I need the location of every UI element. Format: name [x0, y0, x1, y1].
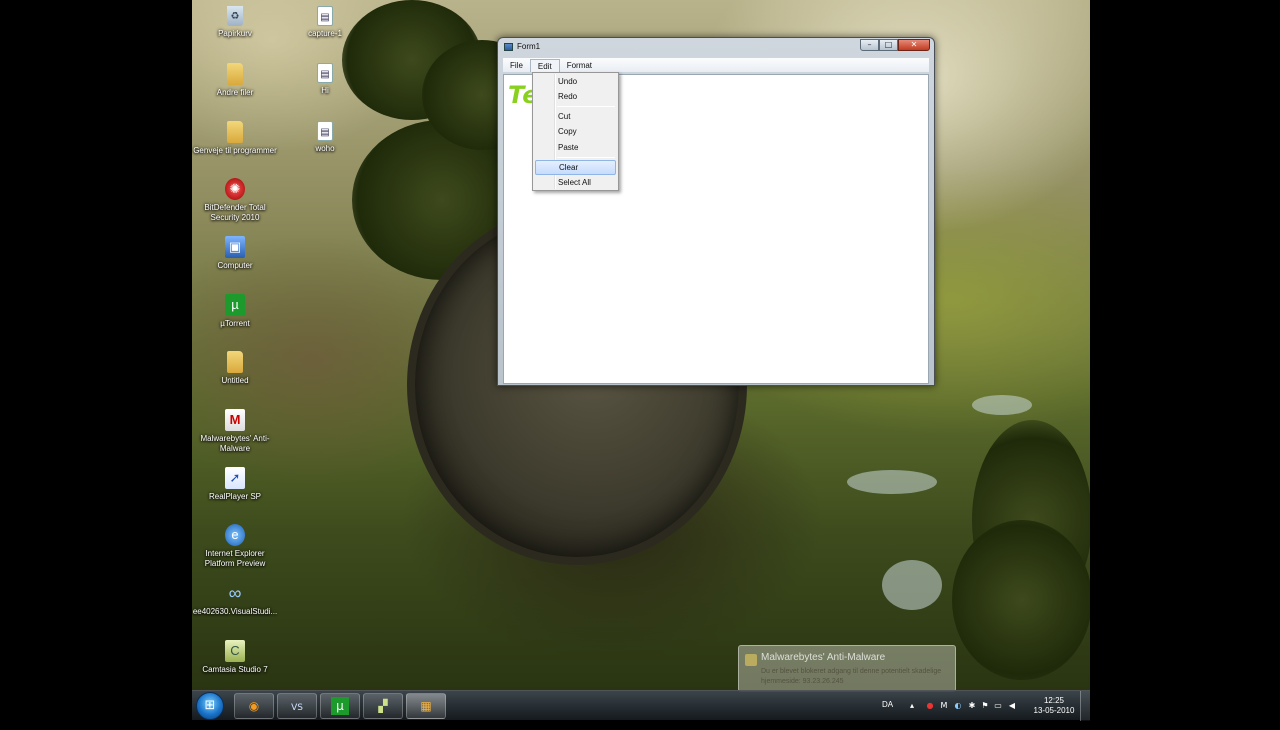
taskbar-utorrent[interactable]: µ: [320, 693, 360, 719]
desktop-icon-label: ee402630.VisualStudi...: [192, 607, 278, 616]
form-icon: [504, 43, 513, 51]
taskbar-visual-studio[interactable]: VS: [277, 693, 317, 719]
notification-title: Malwarebytes' Anti-Malware: [761, 652, 886, 663]
desktop-icon-label: Internet Explorer Platform Preview: [204, 549, 266, 568]
visual-studio-icon: VS: [291, 703, 303, 713]
taskbar-camtasia[interactable]: ▞: [363, 693, 403, 719]
desktop-icon-label: Computer: [217, 261, 253, 270]
desktop-icon-utorrent[interactable]: µ µTorrent: [192, 294, 278, 329]
visual-studio-icon: ∞: [228, 583, 242, 603]
menu-item-undo[interactable]: Undo: [535, 74, 616, 89]
desktop-icon-hi[interactable]: ▤ Hi: [282, 63, 368, 96]
desktop-icon-capture-1[interactable]: ▤ capture-1: [282, 6, 368, 39]
window-title: Form1: [517, 42, 541, 51]
utorrent-icon: µ: [225, 294, 245, 316]
malwarebytes-icon: M: [225, 409, 245, 431]
network-icon[interactable]: ▭: [993, 701, 1003, 711]
camtasia-icon: C: [225, 640, 245, 662]
menu-item-clear[interactable]: Clear: [535, 160, 616, 175]
desktop-icon-label: Hi: [321, 86, 329, 95]
malwarebytes-notification[interactable]: Malwarebytes' Anti-Malware Du er blevet …: [738, 645, 956, 692]
menu-item-cut[interactable]: Cut: [535, 109, 616, 124]
maximize-button[interactable]: □: [879, 39, 898, 51]
desktop-icon-label: Untitled: [221, 376, 249, 385]
edit-dropdown-menu: Undo Redo Cut Copy Paste Clear Select Al…: [532, 72, 619, 191]
desktop-icon-camtasia[interactable]: C Camtasia Studio 7: [192, 640, 278, 675]
desktop-icon-label: Genveje til programmer: [193, 146, 277, 155]
recycle-bin-icon: ♻: [227, 6, 243, 26]
desktop-icon-label: Papirkurv: [218, 29, 252, 38]
menu-separator: [557, 157, 615, 158]
clock[interactable]: 12:25 13-05-2010: [1028, 696, 1080, 726]
notification-body: Du er blevet blokeret adgang til denne p…: [761, 668, 942, 685]
menu-file[interactable]: File: [503, 59, 530, 72]
menu-item-copy[interactable]: Copy: [535, 124, 616, 139]
file-icon: ▤: [317, 63, 333, 83]
desktop-icon-woho[interactable]: ▤ woho: [282, 121, 368, 154]
internet-explorer-icon: e: [225, 524, 245, 546]
taskbar-form1[interactable]: ▦: [406, 693, 446, 719]
computer-icon: ▣: [225, 236, 245, 258]
malwarebytes-icon: [745, 654, 757, 666]
form1-app-icon: ▦: [420, 699, 432, 713]
bluetooth-icon[interactable]: ✱: [967, 701, 977, 711]
camtasia-icon: ▞: [378, 699, 388, 713]
desktop-icon-label: Andre filer: [216, 88, 254, 97]
file-icon: ▤: [317, 121, 333, 141]
ie-tray-icon[interactable]: ◐: [953, 701, 963, 711]
show-desktop-button[interactable]: [1080, 691, 1090, 721]
desktop-icon-label: capture-1: [308, 29, 342, 38]
desktop-icon-label: Malwarebytes' Anti-Malware: [200, 434, 270, 453]
bitdefender-icon: ✺: [225, 178, 245, 200]
menu-separator: [557, 106, 615, 107]
folder-icon: [227, 351, 243, 373]
wallpaper-river: [882, 560, 942, 610]
desktop-icon-bitdefender[interactable]: ✺ BitDefender Total Security 2010: [192, 178, 278, 223]
caption-buttons: – □ ✕: [860, 39, 930, 51]
wallpaper-tree: [952, 520, 1090, 680]
language-indicator[interactable]: DA: [882, 700, 893, 730]
desktop-icon-realplayer[interactable]: ➚ RealPlayer SP: [192, 467, 278, 502]
desktop-icon-computer[interactable]: ▣ Computer: [192, 236, 278, 271]
minimize-button[interactable]: –: [860, 39, 879, 51]
clock-time: 12:25: [1043, 696, 1065, 705]
volume-icon[interactable]: ◀: [1007, 701, 1017, 711]
taskbar: ⊞ ◉ VS µ ▞ ▦ DA ▴ ● M ◐ ✱ ⚑ ▭ ◀ 12:25 13…: [192, 690, 1090, 721]
action-center-flag-icon[interactable]: ⚑: [980, 701, 990, 711]
file-icon: ▤: [317, 6, 333, 26]
menu-item-redo[interactable]: Redo: [535, 89, 616, 104]
start-button[interactable]: ⊞: [196, 692, 224, 720]
desktop-icon-visualstudio[interactable]: ∞ ee402630.VisualStudi...: [192, 582, 278, 617]
desktop-icon-andre-filer[interactable]: Andre filer: [192, 63, 278, 98]
folder-icon: [227, 121, 243, 143]
desktop-icon-papirkurv[interactable]: ♻ Papirkurv: [192, 6, 278, 39]
desktop-icon-untitled[interactable]: Untitled: [192, 351, 278, 386]
taskbar-firefox[interactable]: ◉: [234, 693, 274, 719]
malwarebytes-tray-icon[interactable]: M: [939, 701, 949, 711]
utorrent-icon: µ: [331, 697, 349, 715]
menu-edit[interactable]: Edit: [529, 58, 560, 72]
close-button[interactable]: ✕: [898, 39, 930, 51]
desktop-icon-label: BitDefender Total Security 2010: [204, 203, 266, 222]
desktop-icon-label: woho: [315, 144, 335, 153]
wallpaper-river: [972, 395, 1032, 415]
desktop-icon-genveje[interactable]: Genveje til programmer: [192, 121, 278, 156]
folder-icon: [227, 63, 243, 85]
desktop-icon-ie-preview[interactable]: e Internet Explorer Platform Preview: [192, 524, 278, 569]
wallpaper-river: [847, 470, 937, 494]
bitdefender-tray-icon[interactable]: ●: [925, 701, 935, 711]
firefox-icon: ◉: [248, 699, 260, 713]
menu-item-select-all[interactable]: Select All: [535, 175, 616, 190]
menu-bar: File Edit Format: [503, 58, 929, 73]
menu-format[interactable]: Format: [560, 59, 599, 72]
title-bar[interactable]: Form1 – □ ✕: [498, 38, 934, 57]
realplayer-icon: ➚: [225, 467, 245, 489]
menu-item-paste[interactable]: Paste: [535, 140, 616, 155]
desktop-icon-label: µTorrent: [220, 319, 250, 328]
desktop-icon-malwarebytes[interactable]: M Malwarebytes' Anti-Malware: [192, 409, 278, 454]
desktop-icon-label: RealPlayer SP: [208, 492, 262, 501]
show-hidden-icons-arrow[interactable]: ▴: [907, 701, 917, 711]
clock-date: 13-05-2010: [1033, 706, 1075, 715]
desktop-icon-label: Camtasia Studio 7: [202, 665, 268, 674]
